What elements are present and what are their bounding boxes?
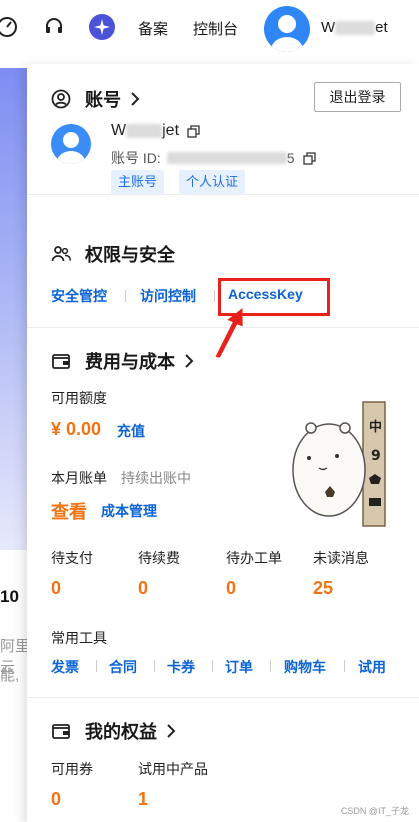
stat-value-pending-renewal[interactable]: 0 [138, 578, 148, 599]
tool-orders-link[interactable]: 订单 [225, 657, 253, 677]
speed-icon[interactable] [0, 16, 18, 38]
account-name-suffix: jet [162, 122, 180, 139]
access-control-link[interactable]: 访问控制 [140, 286, 196, 306]
billing-header[interactable]: 费用与成本 [51, 348, 194, 374]
stat-value-trial-products[interactable]: 1 [138, 789, 148, 810]
users-icon [51, 246, 71, 262]
user-circle-icon [51, 89, 71, 109]
view-bill-link[interactable]: 查看 [51, 498, 87, 524]
benefits-title: 我的权益 [85, 722, 157, 742]
account-name: Wjet [111, 122, 200, 140]
tool-cart-link[interactable]: 购物车 [284, 657, 326, 677]
stat-label-trial-products: 试用中产品 [138, 761, 208, 777]
masked-text [335, 21, 376, 36]
tool-coupon-link[interactable]: 卡券 [167, 657, 195, 677]
mascot-text-2: 9 [371, 448, 381, 464]
tool-trial-link[interactable]: 试用 [358, 657, 386, 677]
tools-label: 常用工具 [51, 630, 107, 646]
chevron-right-icon [185, 354, 194, 368]
stat-label-pending-renewal: 待续费 [138, 550, 180, 566]
divider [270, 660, 271, 672]
divider [125, 290, 126, 302]
copy-icon[interactable] [302, 151, 316, 165]
available-credit-label: 可用额度 [51, 390, 107, 406]
account-id: 账号 ID: 5 [111, 148, 316, 168]
beian-link[interactable]: 备案 [138, 18, 168, 39]
stat-value-pending-payment[interactable]: 0 [51, 578, 61, 599]
tool-contract-link[interactable]: 合同 [109, 657, 137, 677]
brand-star-icon[interactable] [89, 14, 115, 40]
stat-value-coupons[interactable]: 0 [51, 789, 61, 810]
chevron-right-icon [131, 92, 140, 106]
stat-value-unread-messages[interactable]: 25 [313, 578, 333, 599]
divider [154, 660, 155, 672]
user-silhouette-icon [271, 15, 303, 52]
username-suffix: et [375, 19, 388, 36]
account-name-prefix: W [111, 122, 127, 139]
stat-value-pending-tickets[interactable]: 0 [226, 578, 236, 599]
tag-main-account[interactable]: 主账号 [111, 170, 165, 194]
cost-management-link[interactable]: 成本管理 [101, 501, 157, 521]
wallet-icon [52, 724, 70, 739]
security-header: 权限与安全 [51, 241, 175, 267]
mascot-illustration: 中 9 [292, 401, 386, 527]
bill-status: 持续出账中 [121, 470, 191, 486]
account-dropdown-panel: 账号 退出登录 Wjet 账号 ID: 5 主账号 个人认证 权限与安全 安全管… [27, 64, 419, 822]
divider [96, 660, 97, 672]
background-page: 10 阿里云 能, [0, 68, 30, 822]
available-credit-value: ¥ 0.00 [51, 419, 102, 439]
top-bar: 备案 控制台 Wet [0, 0, 419, 56]
background-text-2: 能, [0, 667, 20, 684]
logout-button[interactable]: 退出登录 [314, 82, 401, 112]
watermark: CSDN @IT_子龙 [340, 806, 409, 816]
monthly-bill-label: 本月账单 [51, 470, 107, 486]
annotation-arrow [215, 308, 243, 358]
stat-label-pending-tickets: 待办工单 [226, 550, 282, 566]
billing-title: 费用与成本 [85, 352, 175, 372]
background-number: 10 [0, 587, 19, 606]
account-header[interactable]: 账号 [51, 86, 140, 112]
masked-text [166, 152, 287, 164]
divider [344, 660, 345, 672]
top-username[interactable]: Wet [321, 19, 388, 36]
stat-label-unread-messages: 未读消息 [313, 550, 369, 566]
chevron-right-icon [167, 724, 176, 738]
tag-personal-verify[interactable]: 个人认证 [179, 170, 246, 194]
account-id-label: 账号 ID: [111, 150, 161, 166]
stat-label-pending-payment: 待支付 [51, 550, 93, 566]
mascot-text-1: 中 [369, 419, 382, 435]
security-title: 权限与安全 [85, 245, 175, 265]
username-prefix: W [321, 19, 336, 36]
account-avatar [51, 124, 91, 164]
avatar[interactable] [264, 6, 310, 52]
security-control-link[interactable]: 安全管控 [51, 286, 107, 306]
tool-invoice-link[interactable]: 发票 [51, 657, 79, 677]
masked-text [126, 124, 163, 138]
divider [214, 290, 215, 302]
account-section: 账号 退出登录 Wjet 账号 ID: 5 主账号 个人认证 [27, 64, 419, 195]
copy-icon[interactable] [187, 124, 200, 138]
benefits-header[interactable]: 我的权益 [51, 718, 176, 744]
stat-label-coupons: 可用券 [51, 761, 93, 777]
console-link[interactable]: 控制台 [193, 18, 238, 39]
account-title: 账号 [85, 90, 121, 110]
divider [212, 660, 213, 672]
account-id-suffix: 5 [286, 150, 295, 166]
recharge-link[interactable]: 充值 [117, 421, 145, 441]
headset-icon[interactable] [43, 16, 65, 38]
background-banner [0, 68, 30, 550]
user-silhouette-icon [57, 132, 85, 164]
wallet-icon [52, 354, 70, 369]
